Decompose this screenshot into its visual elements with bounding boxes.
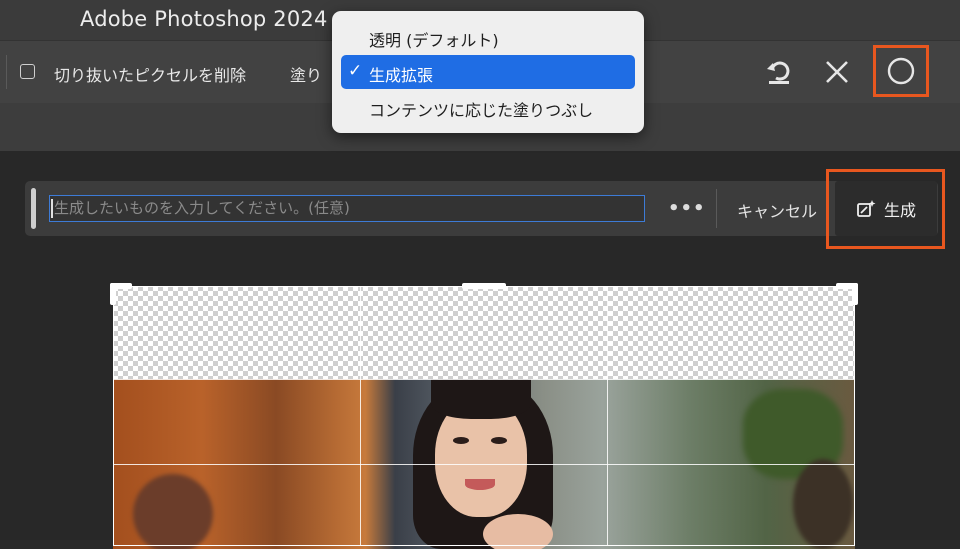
prompt-placeholder: 生成したいものを入力してください。(任意) — [54, 199, 350, 217]
options-bar-separator — [6, 55, 7, 89]
dropdown-option-transparent[interactable]: 透明 (デフォルト) — [369, 27, 499, 51]
reset-button[interactable] — [762, 55, 796, 89]
delete-cropped-checkbox[interactable] — [20, 64, 35, 79]
delete-cropped-label[interactable]: 切り抜いたピクセルを削除 — [54, 62, 246, 86]
drag-handle[interactable] — [31, 188, 36, 229]
text-caret — [51, 199, 53, 218]
dropdown-option-label: 生成拡張 — [369, 66, 434, 85]
dropdown-option-generative-expand[interactable]: ✓ 生成拡張 — [341, 55, 635, 89]
cancel-crop-button[interactable] — [820, 55, 854, 89]
commit-crop-button[interactable] — [873, 45, 929, 97]
generate-highlight — [826, 169, 945, 249]
prompt-input[interactable]: 生成したいものを入力してください。(任意) — [49, 195, 645, 222]
app-title: Adobe Photoshop 2024 — [80, 7, 328, 31]
fill-dropdown-menu: 透明 (デフォルト) ✓ 生成拡張 コンテンツに応じた塗りつぶし — [332, 11, 644, 133]
dropdown-option-content-aware[interactable]: コンテンツに応じた塗りつぶし — [369, 97, 593, 121]
cancel-button[interactable]: キャンセル — [737, 198, 817, 222]
rotate-reset-icon — [767, 61, 790, 84]
checkmark-icon: ✓ — [348, 61, 363, 81]
close-icon — [826, 61, 848, 83]
crop-handle-top-right[interactable] — [852, 283, 858, 305]
circle-commit-icon — [887, 57, 915, 85]
crop-canvas[interactable] — [110, 283, 858, 549]
fill-label: 塗り — [290, 66, 323, 85]
crop-frame[interactable] — [113, 286, 855, 546]
crop-handle-top[interactable] — [462, 283, 506, 289]
task-bar-separator — [716, 189, 717, 228]
more-options-button[interactable]: ••• — [668, 198, 706, 219]
contextual-task-bar: 生成したいものを入力してください。(任意) ••• キャンセル 生成 — [25, 169, 945, 249]
crop-handle-top-left[interactable] — [110, 283, 116, 305]
